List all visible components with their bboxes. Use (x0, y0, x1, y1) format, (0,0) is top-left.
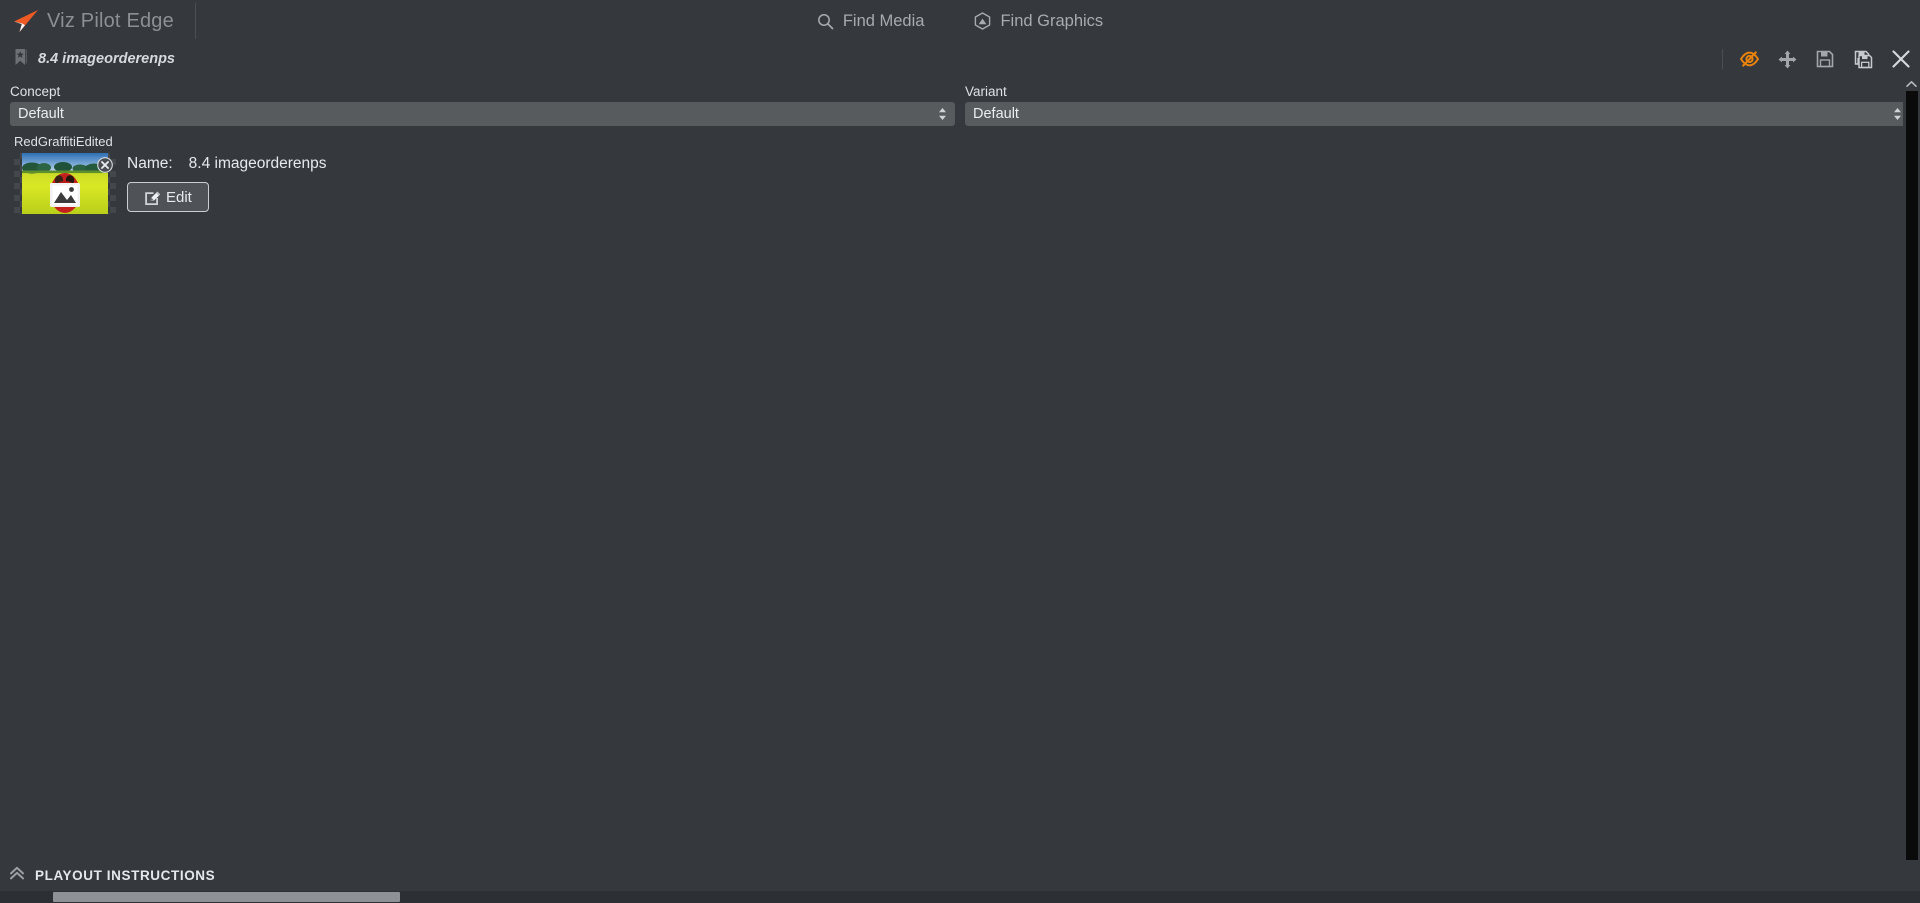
top-navigation: Find Media Find Graphics (0, 9, 1920, 34)
media-row: Name: 8.4 imageorderenps Edit (14, 153, 1920, 214)
document-identity: 8.4 imageorderenps (14, 48, 175, 71)
document-toolbar (1722, 42, 1912, 76)
selectors-row: Concept Default Variant Default (0, 76, 1920, 126)
playout-instructions-toggle[interactable]: PLAYOUT INSTRUCTIONS (0, 860, 1920, 891)
find-media-label: Find Media (842, 11, 925, 30)
chevron-double-up-icon (8, 864, 26, 887)
remove-media-button[interactable] (97, 157, 113, 173)
playout-instructions-label: PLAYOUT INSTRUCTIONS (35, 868, 216, 883)
spinner-arrows-icon (1893, 106, 1902, 122)
media-block: RedGraffitiEdited Name: 8.4 imageorderen… (0, 126, 1920, 214)
bookmark-star-icon (14, 48, 29, 71)
media-thumbnail[interactable] (14, 153, 116, 214)
find-media-button[interactable]: Find Media (811, 9, 931, 34)
media-caption: RedGraffitiEdited (14, 134, 113, 149)
close-x-icon (1891, 49, 1911, 69)
hide-preview-button[interactable] (1738, 48, 1760, 70)
main-content: Concept Default Variant Default RedGraff… (0, 76, 1920, 860)
close-circle-icon (97, 157, 113, 173)
name-value: 8.4 imageorderenps (188, 155, 327, 172)
edit-pencil-icon (144, 189, 161, 206)
move-button[interactable] (1776, 48, 1798, 70)
edit-button-label: Edit (166, 188, 192, 206)
variant-label: Variant (965, 84, 1007, 99)
save-as-button[interactable] (1852, 48, 1874, 70)
find-graphics-button[interactable]: Find Graphics (968, 9, 1109, 34)
close-button[interactable] (1890, 48, 1912, 70)
horizontal-scrollbar[interactable] (0, 891, 1920, 903)
document-title: 8.4 imageorderenps (38, 51, 175, 67)
name-label: Name: (127, 155, 173, 172)
variant-group: Variant Default (965, 84, 1910, 126)
vertical-scroll-track[interactable] (1905, 91, 1918, 860)
eye-off-icon (1739, 50, 1760, 68)
brand: Viz Pilot Edge (0, 0, 196, 42)
vertical-scrollbar[interactable] (1903, 76, 1920, 860)
variant-value: Default (973, 106, 1019, 122)
scroll-up-button[interactable] (1903, 76, 1920, 91)
concept-value: Default (18, 106, 64, 122)
save-button[interactable] (1814, 48, 1836, 70)
concept-group: Concept Default (10, 84, 955, 126)
media-fields: Name: 8.4 imageorderenps Edit (127, 153, 327, 212)
edit-button[interactable]: Edit (127, 182, 209, 212)
spinner-arrows-icon (938, 106, 947, 122)
brand-name: Viz Pilot Edge (47, 9, 174, 32)
floppy-save-icon (1816, 50, 1834, 68)
variant-select[interactable]: Default (965, 102, 1910, 126)
top-bar: Viz Pilot Edge Find Media Find Graphics (0, 0, 1920, 42)
search-icon (817, 13, 834, 30)
arrow-logo-icon (10, 8, 40, 34)
footer: PLAYOUT INSTRUCTIONS (0, 860, 1920, 903)
floppy-save-as-icon (1854, 50, 1873, 69)
find-graphics-label: Find Graphics (1000, 11, 1104, 30)
document-bar: 8.4 imageorderenps (0, 42, 1920, 76)
move-arrows-icon (1778, 50, 1797, 69)
thumbnail-image (22, 153, 108, 214)
concept-label: Concept (10, 84, 61, 99)
horizontal-scroll-thumb[interactable] (53, 892, 400, 902)
cube-icon (974, 12, 991, 30)
concept-select[interactable]: Default (10, 102, 955, 126)
name-line: Name: 8.4 imageorderenps (127, 155, 327, 173)
